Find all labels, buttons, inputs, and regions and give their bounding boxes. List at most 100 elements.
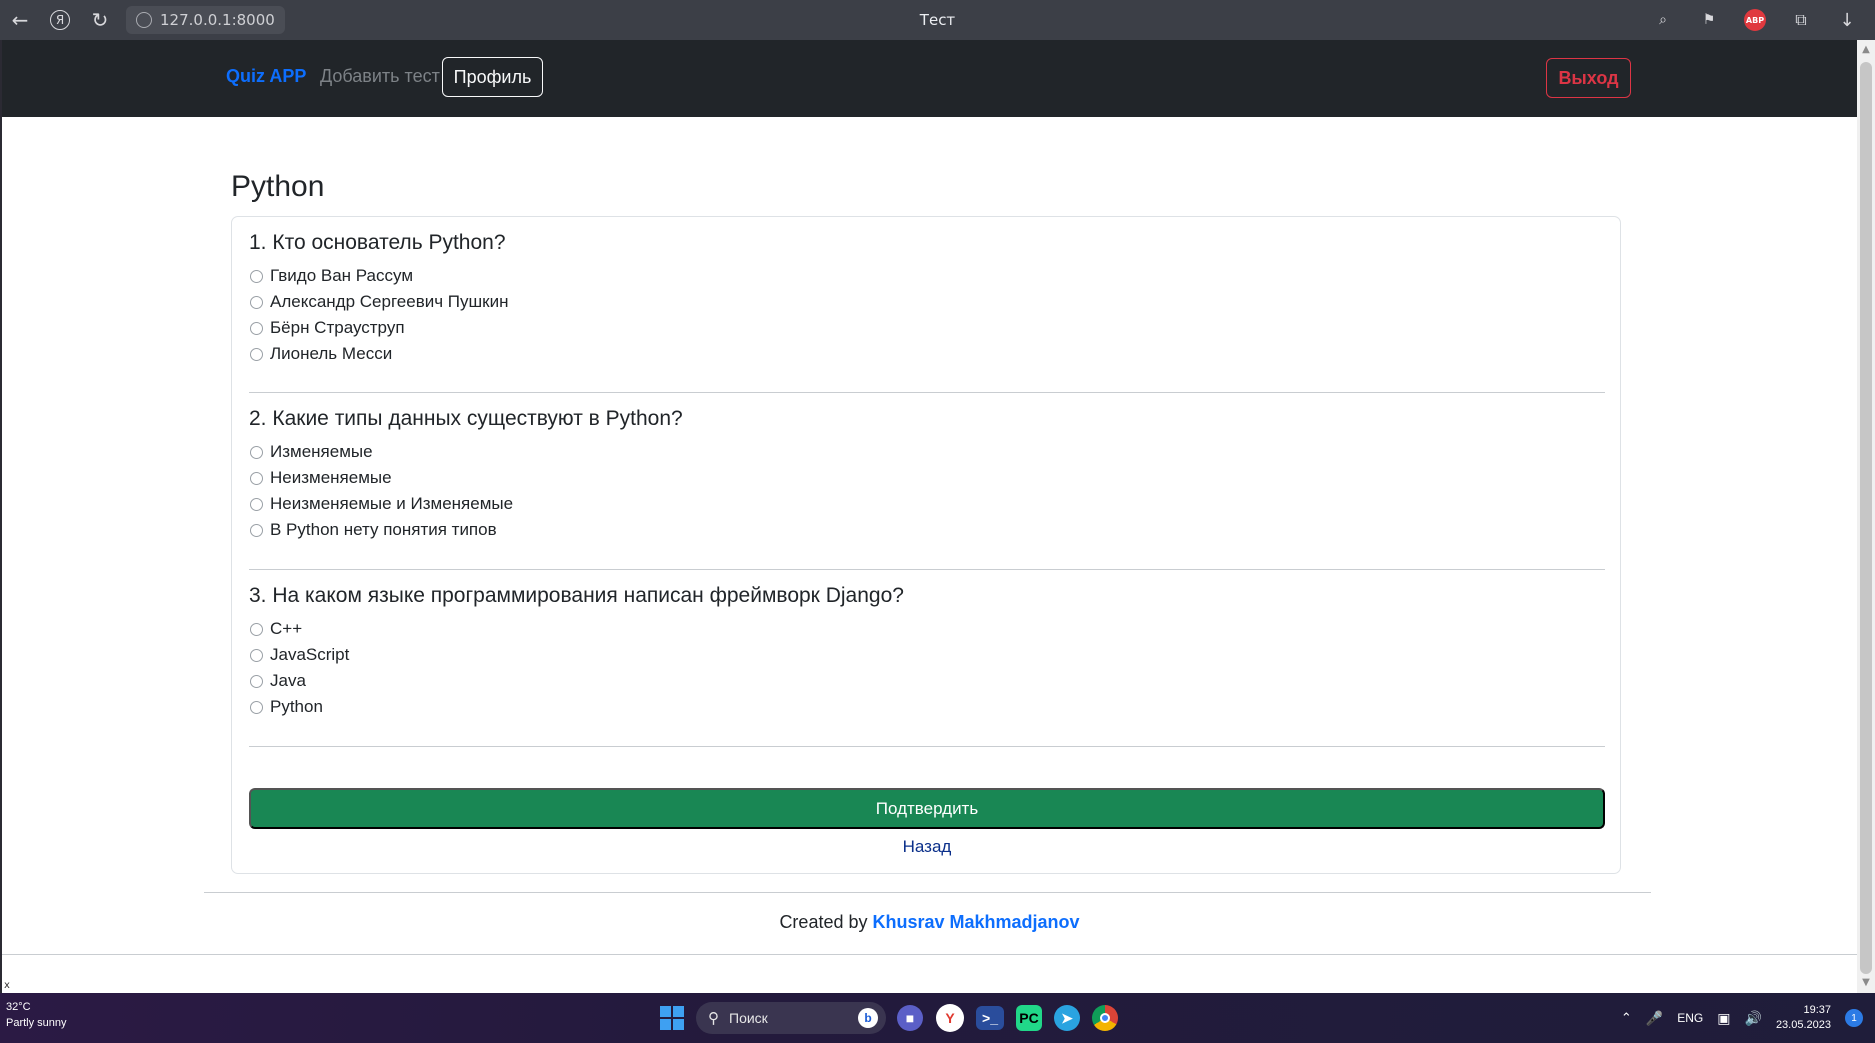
search-placeholder: Поиск — [729, 1010, 768, 1026]
logout-button[interactable]: Выход — [1546, 58, 1631, 98]
address-bar[interactable]: 127.0.0.1:8000 — [126, 6, 285, 34]
add-test-link[interactable]: Добавить тест — [320, 66, 440, 87]
page-viewport: Quiz APP Добавить тест Профиль Выход Pyt… — [2, 40, 1857, 993]
option-label: В Python нету понятия типов — [270, 520, 497, 539]
radio-button[interactable] — [250, 347, 263, 361]
vertical-scrollbar[interactable]: ▲ ▼ — [1857, 40, 1875, 993]
author-name: Khusrav Makhmadjanov — [872, 912, 1080, 932]
answer-option[interactable]: Неизменяемые — [249, 465, 1605, 491]
navbar: Quiz APP Добавить тест Профиль Выход — [2, 40, 1857, 117]
submit-button[interactable]: Подтвердить — [249, 788, 1605, 829]
profile-button[interactable]: Профиль — [442, 57, 543, 97]
answer-option[interactable]: Java — [249, 668, 1605, 694]
browser-toolbar: ← Я ↻ 127.0.0.1:8000 Тест ⌕ ⚑ ABP ⧉ ↓ — [0, 0, 1875, 40]
network-icon[interactable]: ▣ — [1717, 1010, 1730, 1027]
powershell-icon[interactable]: >_ — [976, 1006, 1004, 1030]
collections-icon[interactable]: ⧉ — [1781, 0, 1821, 40]
clock-date: 23.05.2023 — [1775, 1019, 1831, 1031]
radio-button[interactable] — [250, 471, 263, 485]
radio-button[interactable] — [250, 321, 263, 335]
radio-button[interactable] — [250, 269, 263, 283]
answer-option[interactable]: В Python нету понятия типов — [249, 517, 1605, 543]
quiz-card: 1. Кто основатель Python? Гвидо Ван Расс… — [231, 216, 1621, 874]
option-label: Александр Сергеевич Пушкин — [270, 292, 509, 311]
back-arrow-icon[interactable]: ← — [0, 0, 40, 40]
option-label: Лионель Месси — [270, 344, 393, 363]
yandex-icon[interactable]: Я — [40, 0, 80, 40]
footer-divider — [204, 892, 1651, 893]
answer-option[interactable]: JavaScript — [249, 642, 1605, 668]
site-info-icon[interactable] — [136, 12, 152, 28]
radio-button[interactable] — [250, 700, 263, 714]
option-label: Неизменяемые и Изменяемые — [270, 494, 514, 513]
taskbar-search[interactable]: ⚲ Поиск b — [696, 1002, 886, 1034]
url-text: 127.0.0.1:8000 — [160, 11, 275, 29]
answer-option[interactable]: Александр Сергеевич Пушкин — [249, 289, 1605, 315]
option-label: Бёрн Страуструп — [270, 318, 405, 337]
page-title: Python — [231, 170, 325, 203]
bing-icon: b — [858, 1008, 878, 1028]
option-label: Гвидо Ван Рассум — [270, 266, 414, 285]
clock-time: 19:37 — [1803, 1004, 1831, 1016]
question-title: 2. Какие типы данных существуют в Python… — [249, 407, 683, 430]
option-label: JavaScript — [270, 645, 350, 664]
telegram-icon[interactable]: ➤ — [1054, 1005, 1080, 1031]
question-1: 1. Кто основатель Python? Гвидо Ван Расс… — [249, 231, 1605, 367]
teams-chat-icon[interactable]: ■ — [897, 1005, 923, 1031]
pycharm-icon[interactable]: PC — [1016, 1005, 1042, 1031]
scroll-down-icon[interactable]: ▼ — [1861, 978, 1871, 988]
radio-button[interactable] — [250, 523, 263, 537]
taskbar: 32°C Partly sunny ⚲ Поиск b ■ Y >_ PC ➤ … — [0, 993, 1875, 1043]
radio-button[interactable] — [250, 674, 263, 688]
chrome-icon[interactable] — [1092, 1005, 1118, 1031]
weather-temperature: 32°C — [6, 1001, 31, 1013]
option-label: Python — [270, 697, 323, 716]
divider — [249, 392, 1605, 393]
radio-button[interactable] — [250, 648, 263, 662]
radio-button[interactable] — [250, 295, 263, 309]
answer-option[interactable]: Изменяемые — [249, 439, 1605, 465]
windows-icon — [660, 1006, 684, 1030]
back-link[interactable]: Назад — [232, 837, 1622, 857]
yandex-browser-icon[interactable]: Y — [936, 1004, 964, 1032]
notification-badge[interactable]: 1 — [1845, 1009, 1863, 1027]
stray-text: x — [4, 980, 10, 991]
divider — [249, 569, 1605, 570]
answer-option[interactable]: Гвидо Ван Рассум — [249, 263, 1605, 289]
option-label: Java — [270, 671, 306, 690]
radio-button[interactable] — [250, 622, 263, 636]
zoom-icon[interactable]: ⌕ — [1643, 0, 1683, 40]
microphone-icon[interactable]: 🎤 — [1646, 1010, 1663, 1027]
divider — [249, 746, 1605, 747]
language-indicator[interactable]: ENG — [1677, 1011, 1703, 1025]
search-icon: ⚲ — [708, 1010, 719, 1027]
adblock-extension[interactable]: ABP — [1735, 0, 1775, 40]
footer-text: Created by — [779, 912, 873, 932]
question-3: 3. На каком языке программирования напис… — [249, 584, 1605, 720]
brand-link[interactable]: Quiz APP — [226, 66, 306, 87]
bookmark-icon[interactable]: ⚑ — [1689, 0, 1729, 40]
answer-option[interactable]: Лионель Месси — [249, 341, 1605, 367]
answer-option[interactable]: Бёрн Страуструп — [249, 315, 1605, 341]
option-label: C++ — [270, 619, 303, 638]
weather-widget[interactable]: 32°C Partly sunny — [6, 999, 67, 1031]
option-label: Изменяемые — [270, 442, 373, 461]
scroll-up-icon[interactable]: ▲ — [1861, 45, 1871, 55]
radio-button[interactable] — [250, 445, 263, 459]
question-2: 2. Какие типы данных существуют в Python… — [249, 407, 1605, 543]
scroll-thumb[interactable] — [1860, 62, 1872, 974]
start-button[interactable] — [656, 1002, 688, 1034]
page-bottom-divider — [2, 954, 1857, 955]
adblock-icon: ABP — [1744, 9, 1766, 31]
option-label: Неизменяемые — [270, 468, 392, 487]
radio-button[interactable] — [250, 497, 263, 511]
volume-icon[interactable]: 🔊 — [1745, 1010, 1762, 1027]
answer-option[interactable]: Python — [249, 694, 1605, 720]
chevron-up-icon[interactable]: ⌃ — [1621, 1010, 1632, 1026]
download-icon[interactable]: ↓ — [1827, 0, 1867, 40]
clock[interactable]: 19:37 23.05.2023 — [1776, 1003, 1831, 1033]
reload-icon[interactable]: ↻ — [80, 0, 120, 40]
answer-option[interactable]: C++ — [249, 616, 1605, 642]
answer-option[interactable]: Неизменяемые и Изменяемые — [249, 491, 1605, 517]
footer: Created by Khusrav Makhmadjanov — [2, 912, 1857, 933]
